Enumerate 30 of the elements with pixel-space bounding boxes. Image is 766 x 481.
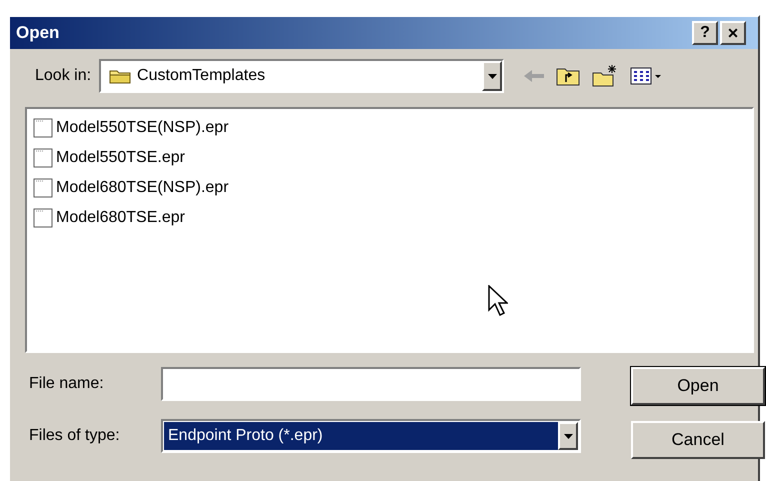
file-item[interactable]: Model680TSE.epr bbox=[33, 203, 746, 233]
file-icon bbox=[33, 178, 53, 198]
look-in-value: CustomTemplates bbox=[137, 66, 266, 86]
file-name-label: File name: bbox=[29, 374, 105, 394]
look-in-dropdown[interactable]: CustomTemplates bbox=[99, 59, 504, 93]
caret-icon bbox=[564, 434, 572, 438]
dropdown-button[interactable] bbox=[558, 422, 578, 450]
file-icon bbox=[33, 118, 53, 138]
view-menu-icon[interactable] bbox=[630, 66, 662, 86]
file-name-field[interactable] bbox=[161, 367, 581, 401]
up-folder-icon[interactable] bbox=[556, 66, 580, 86]
caret-icon bbox=[488, 74, 497, 78]
file-icon bbox=[33, 208, 53, 228]
file-item[interactable]: Model550TSE.epr bbox=[33, 143, 746, 173]
help-button[interactable]: ? bbox=[692, 21, 718, 45]
look-in-label: Look in: bbox=[35, 66, 92, 86]
file-item[interactable]: Model680TSE(NSP).epr bbox=[33, 173, 746, 203]
files-of-type-dropdown[interactable]: Endpoint Proto (*.epr) bbox=[161, 419, 581, 453]
close-button[interactable]: × bbox=[720, 21, 746, 45]
file-item[interactable]: Model550TSE(NSP).epr bbox=[33, 113, 746, 143]
mouse-pointer-icon bbox=[488, 285, 508, 317]
folder-icon bbox=[109, 68, 132, 84]
dropdown-button[interactable] bbox=[482, 61, 502, 91]
file-icon bbox=[33, 148, 53, 168]
new-folder-icon[interactable] bbox=[592, 65, 618, 87]
files-of-type-value: Endpoint Proto (*.epr) bbox=[164, 422, 558, 450]
files-of-type-label: Files of type: bbox=[29, 426, 121, 446]
dialog-button[interactable]: Open bbox=[631, 367, 765, 405]
dialog-button[interactable]: Cancel bbox=[631, 421, 765, 459]
window-title: Open bbox=[16, 22, 60, 44]
